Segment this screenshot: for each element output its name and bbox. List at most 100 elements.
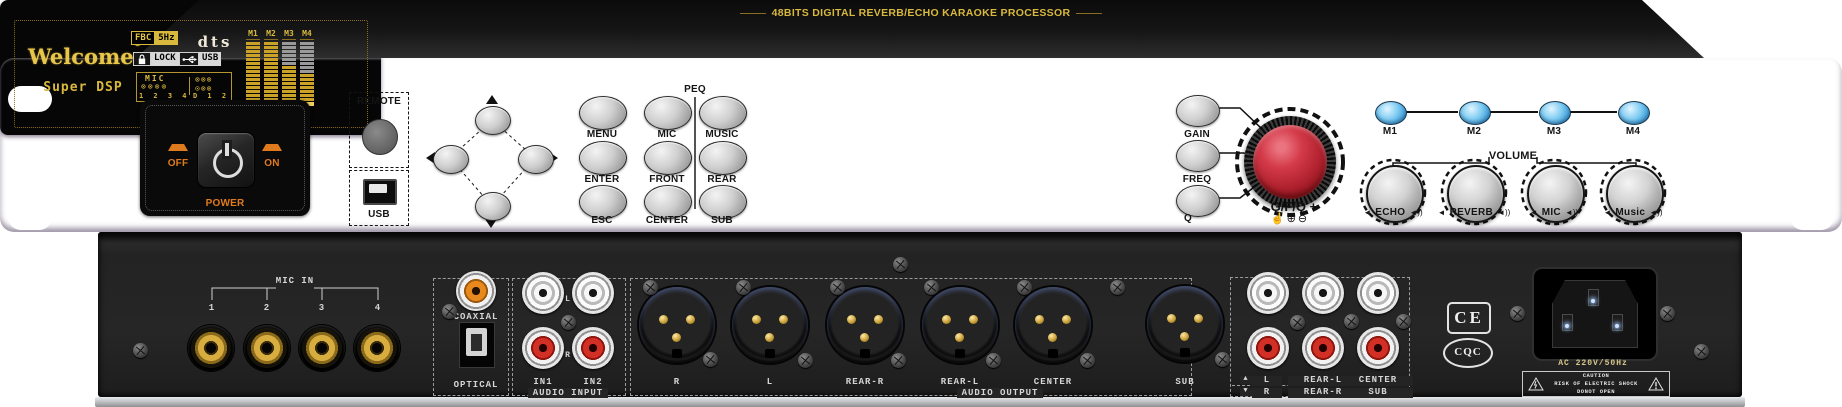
- hz-text: 5Hz: [155, 31, 177, 45]
- meter-column-m1: [246, 42, 260, 106]
- fbc-text: FBC: [131, 31, 155, 45]
- gain-button[interactable]: [1176, 95, 1220, 127]
- reverb-knob-label: ◄ REVERB ◄)): [1429, 207, 1519, 218]
- m1-led: [1375, 101, 1407, 125]
- esc-button[interactable]: [579, 185, 627, 219]
- xlr-output-center: [1015, 287, 1091, 363]
- m2-led-label: M2: [1454, 126, 1494, 137]
- xlr-output-rear-l: [922, 287, 998, 363]
- xlr-sub-label: SUB: [1145, 378, 1225, 388]
- peq-music-button[interactable]: [699, 96, 747, 130]
- usb-section: USB: [349, 170, 409, 226]
- q-label: Q: [1160, 213, 1216, 224]
- peq-mic-button[interactable]: [644, 96, 692, 130]
- meter-column-m4: [300, 42, 314, 106]
- menu-button[interactable]: [579, 96, 627, 130]
- rack-hole: [8, 204, 52, 230]
- screw-icon: [1110, 280, 1125, 295]
- ac-pin: [1562, 314, 1573, 331]
- screw-icon: [1694, 344, 1709, 359]
- xlr-output-l: [732, 287, 808, 363]
- screw-icon: [1660, 306, 1675, 321]
- line-out-rear-l-rca: [1302, 272, 1344, 314]
- usb-port[interactable]: [363, 179, 397, 205]
- input-r-label: R: [562, 352, 574, 361]
- speaker-high-icon: ◄)): [1409, 208, 1422, 217]
- arrow-down-icon: ▼: [1240, 388, 1252, 396]
- audio-input-caption: AUDIO INPUT: [512, 389, 624, 399]
- input-l-label: L: [562, 296, 574, 305]
- meter-column-m3: [282, 42, 296, 106]
- power-button[interactable]: [197, 132, 255, 188]
- line-out-r-label: R: [1252, 388, 1282, 398]
- screw-icon: [891, 353, 906, 368]
- dpad-right-button[interactable]: [518, 145, 554, 174]
- mic-in-3-label: 3: [312, 304, 332, 314]
- screw-icon: [1080, 353, 1095, 368]
- ac-power-inlet: [1532, 267, 1658, 361]
- screw-icon: [1290, 315, 1305, 330]
- peq-center-label: CENTER: [639, 215, 695, 226]
- exclamation-warning-icon: [1648, 377, 1664, 391]
- mic-in-jack-1: [188, 325, 234, 371]
- mic-channel-dots: ⊗⊗⊗⊗: [141, 82, 168, 91]
- screw-icon: [830, 280, 845, 295]
- usb-label: USB: [350, 209, 408, 220]
- screw-icon: [442, 304, 457, 319]
- level-meters: [246, 42, 314, 106]
- dpad-left-button[interactable]: [433, 145, 469, 174]
- mic-in-jack-2: [244, 325, 290, 371]
- peq-rear-button[interactable]: [699, 141, 747, 175]
- in2-label: IN2: [563, 378, 623, 388]
- screw-icon: [736, 280, 751, 295]
- gain-label: GAIN: [1169, 129, 1225, 140]
- remote-label: REMOTE: [350, 96, 408, 107]
- peq-title: PEQ: [675, 84, 715, 95]
- gfq-knob[interactable]: [1244, 116, 1336, 208]
- mic-in-1-label: 1: [202, 304, 222, 314]
- line-out-rear-r-rca: [1302, 327, 1344, 369]
- peq-sub-button[interactable]: [699, 185, 747, 219]
- in2-left-rca: [572, 272, 614, 314]
- power-off-label: OFF: [158, 158, 198, 169]
- arrow-up-icon: ▲: [1240, 376, 1252, 384]
- peq-mic-label: MIC: [639, 129, 695, 140]
- rack-hole: [1790, 204, 1834, 230]
- enter-button[interactable]: [579, 141, 627, 175]
- peq-rear-label: REAR: [694, 174, 750, 185]
- screw-icon: [1017, 280, 1032, 295]
- menu-label: MENU: [567, 129, 637, 140]
- speaker-low-icon: ◄: [1530, 208, 1538, 217]
- m4-led: [1618, 101, 1650, 125]
- peq-sub-label: SUB: [694, 215, 750, 226]
- meter-label-m4: M4: [300, 29, 314, 40]
- peq-front-button[interactable]: [644, 141, 692, 175]
- xlr-output-sub: [1147, 286, 1223, 362]
- lock-text: LOCK: [151, 52, 179, 66]
- zoom-in-icon: ⊕: [1287, 213, 1298, 225]
- screw-icon: [893, 257, 908, 272]
- xlr-output-r: [639, 287, 715, 363]
- power-on-label: ON: [252, 158, 292, 169]
- electric-shock-warning-icon: [1528, 377, 1544, 391]
- freq-button[interactable]: [1176, 140, 1220, 172]
- speaker-high-icon: ◄)): [1565, 208, 1578, 217]
- meter-column-m2: [264, 42, 278, 106]
- peq-center-button[interactable]: [644, 185, 692, 219]
- line-out-l-label: L: [1252, 376, 1282, 386]
- xlr-l-label: L: [730, 378, 810, 388]
- dpad-down-button[interactable]: [475, 192, 511, 221]
- dts-logo: dts: [190, 33, 240, 51]
- screw-icon: [924, 280, 939, 295]
- coaxial-jack: [456, 271, 496, 311]
- dpad-up-button[interactable]: [475, 106, 511, 135]
- optical-label: OPTICAL: [436, 381, 516, 391]
- meter-label-m1: M1: [246, 29, 260, 40]
- power-icon: [213, 148, 243, 178]
- display-title: 48BITS DIGITAL REVERB/ECHO KARAOKE PROCE…: [0, 7, 1842, 19]
- rack-hole: [1790, 86, 1834, 112]
- peq-front-label: FRONT: [639, 174, 695, 185]
- line-out-r-rca: [1247, 327, 1289, 369]
- remote-sensor: [362, 119, 398, 155]
- line-out-center-rca: [1357, 272, 1399, 314]
